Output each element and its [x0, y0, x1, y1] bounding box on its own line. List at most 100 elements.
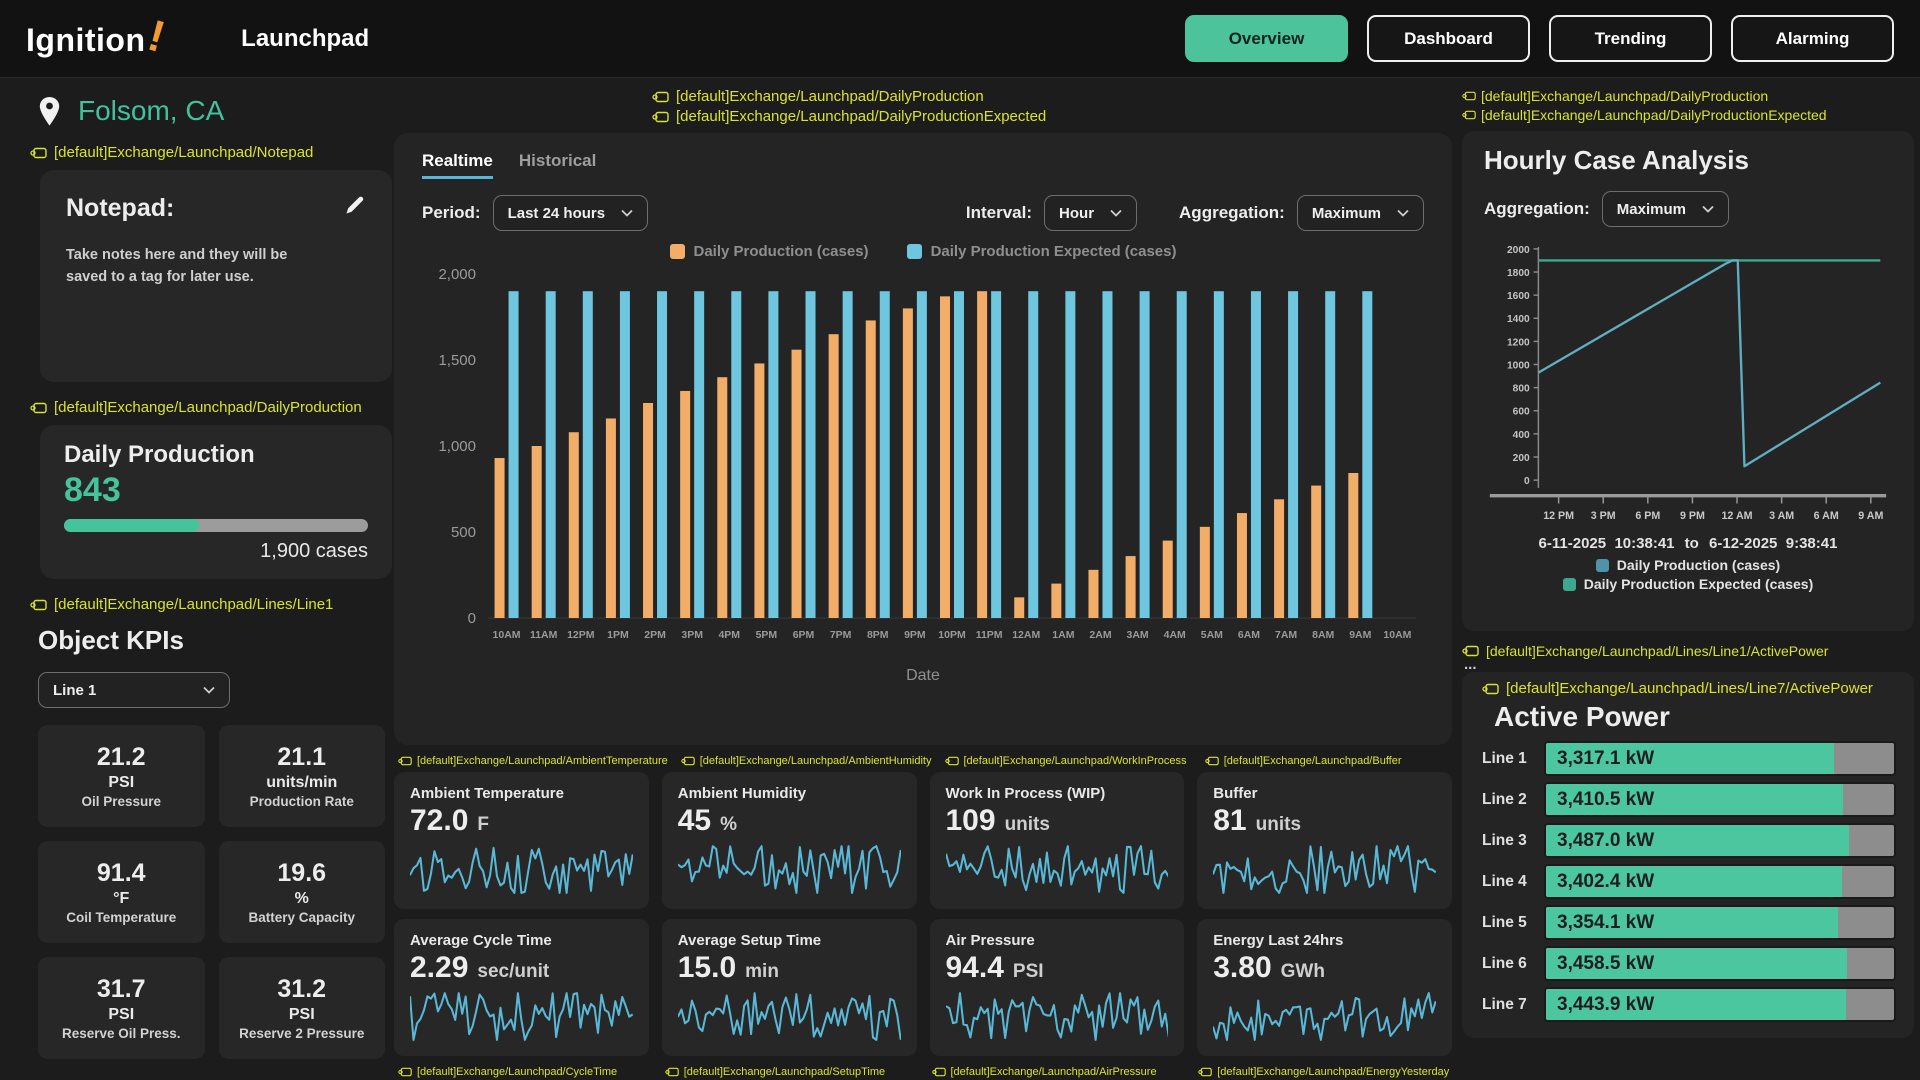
kpi-unit: PSI — [108, 1006, 134, 1024]
launchpad-screen: Ignition ! Launchpad OverviewDashboardTr… — [0, 0, 1920, 1080]
tab-realtime[interactable]: Realtime — [422, 151, 493, 179]
hourly-timerange: 6-11-2025 10:38:41 to 6-12-2025 9:38:41 — [1484, 535, 1892, 552]
metric-value: 3.80 — [1213, 951, 1271, 985]
svg-text:2000: 2000 — [1507, 245, 1530, 256]
aggregation-label: Aggregation: — [1179, 203, 1285, 223]
chevron-down-icon — [621, 209, 633, 217]
metric-value: 72.0 — [410, 804, 468, 838]
hourly-legend: Daily Production (cases)Daily Production… — [1484, 557, 1892, 592]
svg-text:2PM: 2PM — [644, 629, 666, 641]
metric-card: Work In Process (WIP)109units — [930, 772, 1185, 909]
active-power-line-label: Line 5 — [1482, 914, 1546, 932]
kpi-unit: PSI — [108, 774, 134, 792]
kpi-value: 31.2 — [277, 975, 326, 1004]
nav-button-overview[interactable]: Overview — [1185, 15, 1348, 62]
metric-card: Buffer81units — [1197, 772, 1452, 909]
tag-icon — [945, 756, 959, 766]
active-power-bar-fill: 3,410.5 kW — [1546, 784, 1843, 815]
metric-value-row: 72.0F — [410, 804, 633, 838]
tag-path-text: [default]Exchange/Launchpad/Notepad — [54, 144, 313, 161]
svg-text:1400: 1400 — [1507, 314, 1530, 325]
svg-text:7AM: 7AM — [1275, 629, 1297, 641]
tag-path-text: [default]Exchange/Launchpad/EnergyYester… — [1217, 1066, 1449, 1078]
interval-dropdown[interactable]: Hour — [1044, 195, 1137, 231]
tag-icon — [30, 599, 47, 611]
metric-value: 81 — [1213, 804, 1246, 838]
page-title: Launchpad — [241, 25, 369, 53]
tag-icon — [30, 402, 47, 414]
tag-path-text: [default]Exchange/Launchpad/Buffer — [1224, 755, 1402, 767]
active-power-rows: Line 13,317.1 kWLine 23,410.5 kWLine 33,… — [1482, 743, 1894, 1020]
tag-path-text: [default]Exchange/Launchpad/CycleTime — [417, 1066, 617, 1078]
tag-path-text: [default]Exchange/Launchpad/WorkInProces… — [964, 755, 1187, 767]
active-power-bar: 3,443.9 kW — [1546, 989, 1894, 1020]
metric-card-row: Ambient Temperature72.0FAmbient Humidity… — [394, 772, 1452, 909]
tag-path: [default]Exchange/Launchpad/DailyProduct… — [652, 108, 1452, 125]
svg-text:200: 200 — [1513, 453, 1530, 464]
kpi-unit: units/min — [266, 774, 337, 792]
svg-text:3AM: 3AM — [1127, 629, 1149, 641]
metric-title: Buffer — [1213, 785, 1436, 802]
notepad-body-text[interactable]: Take notes here and they will be saved t… — [66, 245, 316, 289]
svg-text:4AM: 4AM — [1164, 629, 1186, 641]
tag-path: [default]Exchange/Launchpad/DailyProduct… — [1462, 88, 1914, 104]
line-selector-dropdown[interactable]: Line 1 — [38, 672, 230, 708]
svg-text:11AM: 11AM — [530, 629, 558, 641]
metric-value-row: 2.29sec/unit — [410, 951, 633, 985]
hourly-aggregation-row: Aggregation: Maximum — [1484, 191, 1892, 227]
tag-path-notepad: [default]Exchange/Launchpad/Notepad — [30, 144, 392, 161]
metric-value: 94.4 — [946, 951, 1004, 985]
sparkline-chart — [678, 988, 901, 1044]
daily-production-title: Daily Production — [64, 441, 368, 469]
tag-path: [default]Exchange/Launchpad/WorkInProces… — [945, 755, 1192, 767]
object-kpis-title: Object KPIs — [38, 625, 392, 656]
aggregation-dropdown[interactable]: Maximum — [1297, 195, 1424, 231]
kpi-value: 91.4 — [97, 859, 146, 888]
metric-title: Energy Last 24hrs — [1213, 932, 1436, 949]
chevron-down-icon — [203, 686, 215, 694]
hourly-legend-item: Daily Production Expected (cases) — [1563, 576, 1814, 592]
tab-historical[interactable]: Historical — [519, 151, 596, 179]
active-power-line-label: Line 7 — [1482, 996, 1546, 1014]
tag-icon — [652, 111, 669, 123]
hourly-aggregation-value: Maximum — [1617, 201, 1686, 218]
tag-path-text: [default]Exchange/Launchpad/AmbientHumid… — [700, 755, 932, 767]
kpi-tile: 21.1units/minProduction Rate — [219, 725, 386, 827]
metric-title: Ambient Humidity — [678, 785, 901, 802]
metric-value: 109 — [946, 804, 996, 838]
tag-path-text: [default]Exchange/Launchpad/Lines/Line7/… — [1506, 680, 1873, 697]
svg-text:8AM: 8AM — [1312, 629, 1334, 641]
active-power-bar: 3,487.0 kW — [1546, 825, 1894, 856]
chevron-down-icon — [1397, 209, 1409, 217]
svg-text:3 PM: 3 PM — [1591, 510, 1616, 522]
bar-chart-legend: Daily Production (cases)Daily Production… — [422, 243, 1424, 260]
metric-unit: min — [745, 961, 779, 983]
sparkline-chart — [410, 841, 633, 897]
edit-pencil-icon[interactable] — [344, 194, 366, 216]
nav-button-trending[interactable]: Trending — [1549, 15, 1712, 62]
tag-path-text: [default]Exchange/Launchpad/Lines/Line1/… — [1486, 643, 1828, 659]
svg-text:7PM: 7PM — [830, 629, 852, 641]
location-pin-icon — [38, 96, 61, 127]
active-power-line-label: Line 1 — [1482, 750, 1546, 768]
svg-text:800: 800 — [1513, 384, 1530, 395]
tag-icon — [1198, 1067, 1212, 1077]
period-dropdown[interactable]: Last 24 hours — [493, 195, 649, 231]
nav-button-dashboard[interactable]: Dashboard — [1367, 15, 1530, 62]
hourly-legend-swatch — [1596, 559, 1609, 572]
hourly-aggregation-dropdown[interactable]: Maximum — [1602, 191, 1729, 227]
tag-icon — [1482, 683, 1499, 695]
kpi-unit: °F — [113, 890, 129, 908]
metric-unit: % — [720, 814, 737, 836]
active-power-bar: 3,458.5 kW — [1546, 948, 1894, 979]
nav-button-alarming[interactable]: Alarming — [1731, 15, 1894, 62]
kpi-value: 31.7 — [97, 975, 146, 1004]
metric-value-row: 45% — [678, 804, 901, 838]
tag-icon — [1205, 756, 1219, 766]
svg-text:9AM: 9AM — [1349, 629, 1371, 641]
tag-path-line1: [default]Exchange/Launchpad/Lines/Line1 — [30, 596, 392, 613]
right-column: [default]Exchange/Launchpad/DailyProduct… — [1462, 88, 1914, 1038]
svg-text:10AM: 10AM — [493, 629, 521, 641]
svg-text:4PM: 4PM — [718, 629, 740, 641]
tag-path-text: [default]Exchange/Launchpad/DailyProduct… — [676, 108, 1046, 125]
